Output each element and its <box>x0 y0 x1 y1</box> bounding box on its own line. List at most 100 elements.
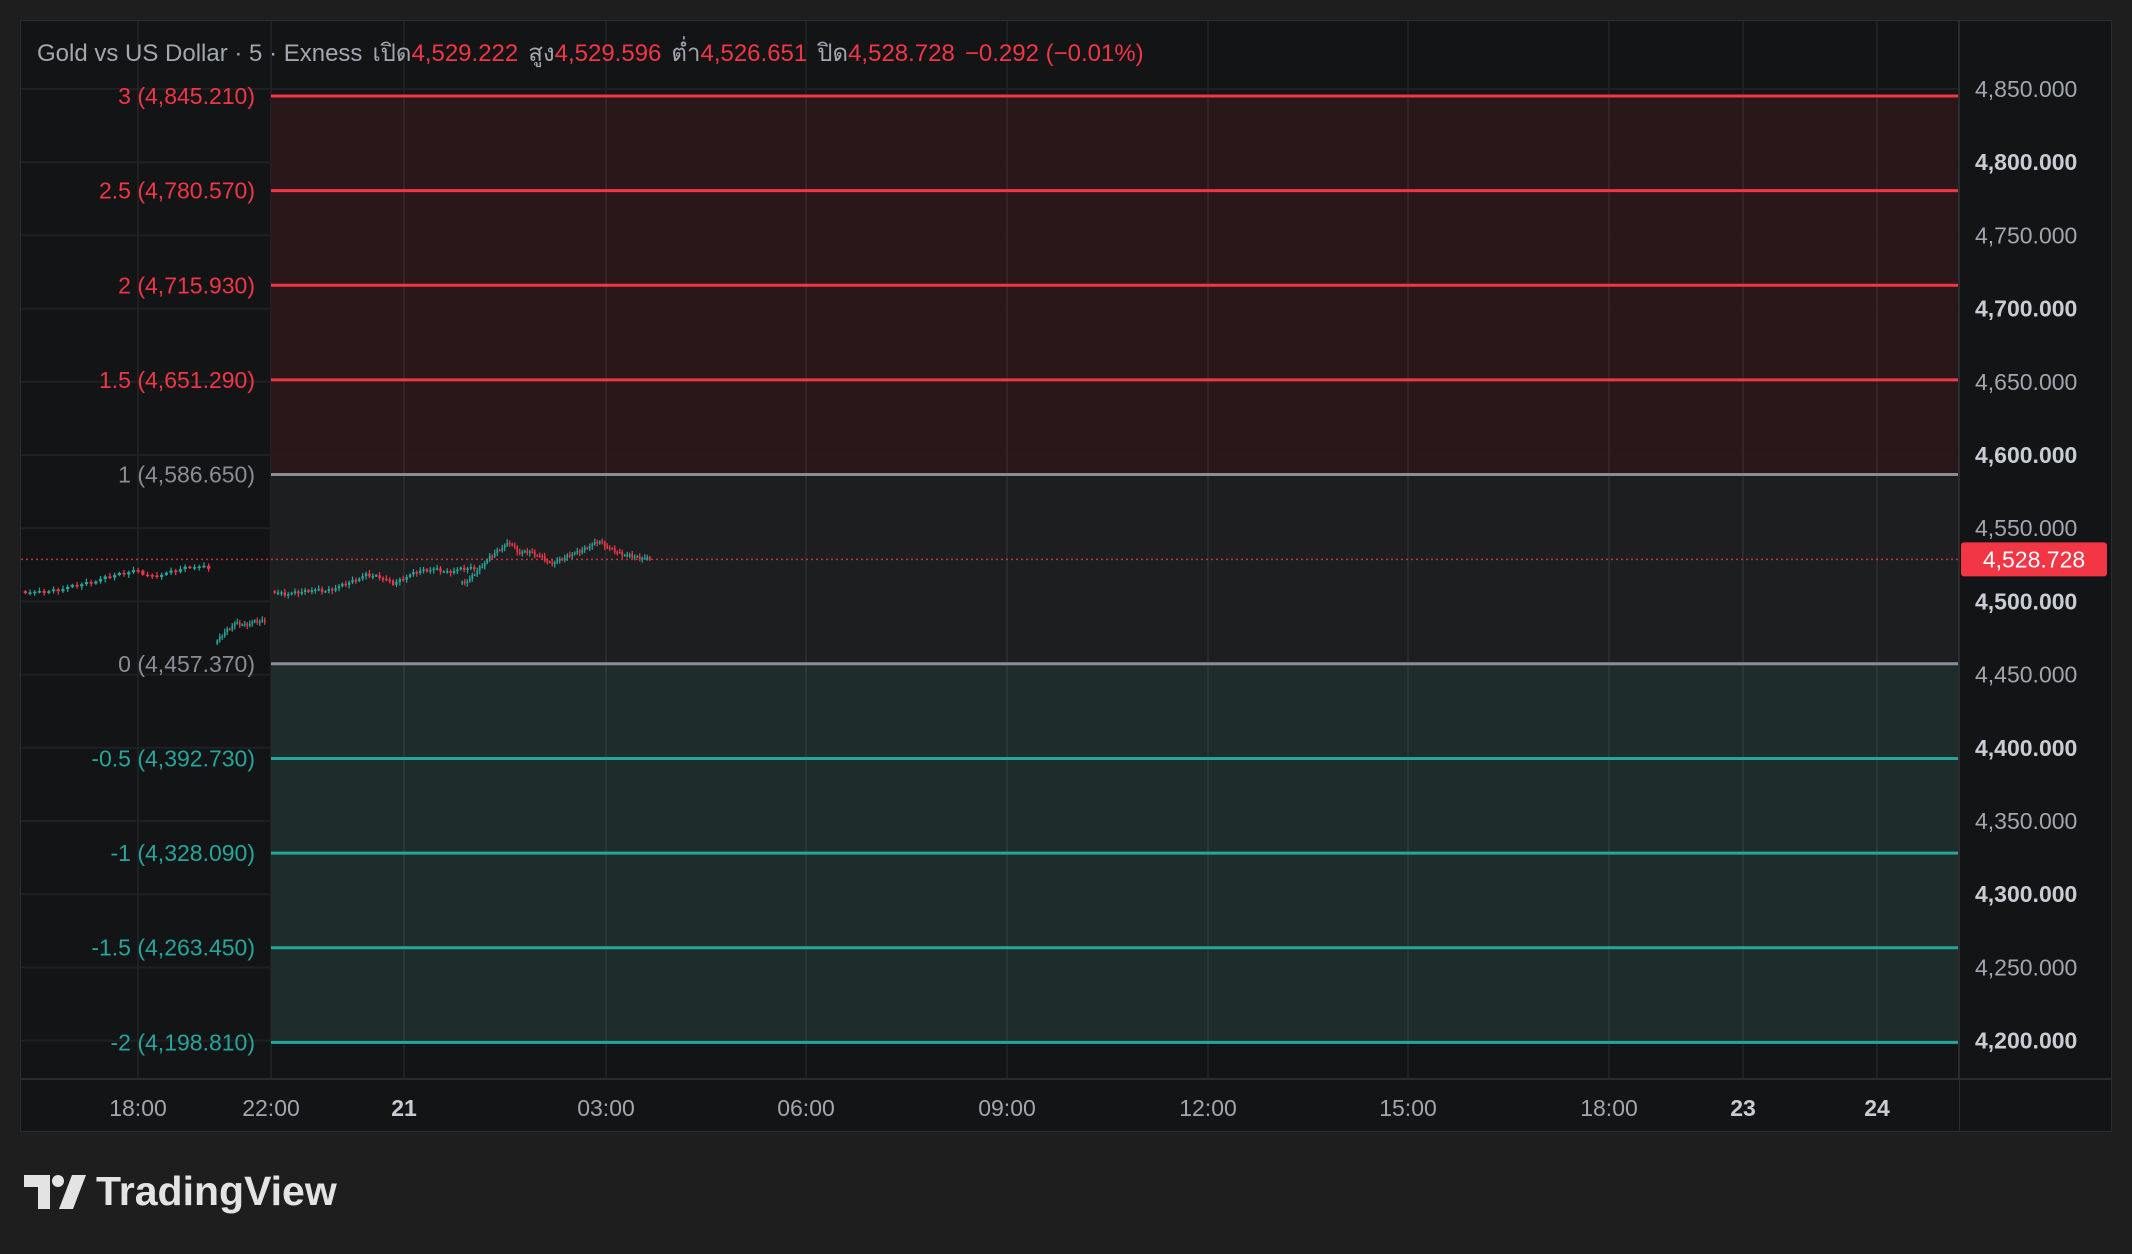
candle-body <box>141 570 145 575</box>
open-label: เปิด <box>372 40 412 67</box>
candle-body <box>462 567 466 570</box>
candle-body <box>341 583 344 587</box>
candle-body <box>89 582 93 584</box>
candle-body <box>616 551 619 554</box>
price-axis-tick: 4,700.000 <box>1975 296 2077 322</box>
time-axis-tick: 18:00 <box>1580 1095 1638 1121</box>
candle-body <box>113 575 117 578</box>
candle-body <box>543 556 546 561</box>
candle-body <box>368 573 371 577</box>
candle-body <box>202 565 206 568</box>
price-axis-tick: 4,650.000 <box>1975 369 2077 395</box>
candle-body <box>641 558 644 560</box>
candle-body <box>320 588 324 592</box>
candle-body <box>481 566 484 569</box>
fib-level-label: -1 (4,328.090) <box>111 840 255 866</box>
fib-level-label: 2.5 (4,780.570) <box>99 178 255 204</box>
candle-body <box>449 571 452 573</box>
candle-body <box>538 555 541 557</box>
candle-body <box>246 623 249 626</box>
candle-body <box>571 554 574 557</box>
candle-body <box>108 576 112 578</box>
candle-body <box>429 570 432 572</box>
candle-body <box>503 545 506 548</box>
open-value: 4,529.222 <box>411 40 519 67</box>
candle-body <box>418 570 422 574</box>
candle-body <box>84 582 89 585</box>
chart-canvas[interactable]: 3 (4,845.210) 2.5 (4,780.570) 2 (4,715.930… <box>21 21 2112 1132</box>
candle-body <box>646 557 649 559</box>
ohlc-legend: Gold vs US Dollar · 5 · Exness เปิด4,529.… <box>37 37 1144 71</box>
candle-body <box>435 568 439 570</box>
candle-body <box>468 578 471 582</box>
chart-panel[interactable]: 3 (4,845.210) 2.5 (4,780.570) 2 (4,715.930… <box>20 20 2112 1132</box>
low-value: 4,526.651 <box>700 40 808 67</box>
candle-body <box>243 623 246 626</box>
candle-body <box>526 550 529 554</box>
candle-body <box>253 620 256 623</box>
candle-body <box>459 567 462 570</box>
candle-body <box>351 579 354 583</box>
candle-body <box>280 592 283 594</box>
candle-body <box>231 626 234 630</box>
candle-body <box>523 550 526 553</box>
candle-body <box>169 570 173 573</box>
time-axis-tick: 03:00 <box>577 1095 635 1121</box>
candle-body <box>192 567 197 569</box>
price-change: −0.292 (−0.01%) <box>964 40 1144 67</box>
price-axis-tick: 4,850.000 <box>1975 76 2077 102</box>
time-axis-tick: 22:00 <box>242 1095 300 1121</box>
tradingview-brand[interactable]: TradingView <box>24 1168 337 1215</box>
candle-body <box>551 562 554 565</box>
candle-body <box>261 619 264 622</box>
candle-body <box>558 558 561 561</box>
candle-body <box>395 582 398 585</box>
candle-body <box>461 581 464 584</box>
candle-body <box>402 579 405 581</box>
candle-body <box>466 581 469 584</box>
candle-body <box>596 542 599 544</box>
price-axis-tick: 4,250.000 <box>1975 954 2077 980</box>
candle-body <box>498 549 501 552</box>
candle-body <box>117 572 121 576</box>
brand-name: TradingView <box>96 1168 337 1214</box>
candle-body <box>566 554 569 558</box>
candle-body <box>583 547 586 551</box>
candle-body <box>466 568 469 570</box>
price-axis-tick: 4,400.000 <box>1975 735 2077 761</box>
candle-body <box>611 548 614 550</box>
candle-body <box>283 592 287 596</box>
candle-body <box>385 578 388 581</box>
candle-body <box>216 640 219 644</box>
candle-body <box>188 566 192 569</box>
candle-body <box>486 559 489 564</box>
time-axis-tick: 06:00 <box>777 1095 835 1121</box>
fib-level-label: 0 (4,457.370) <box>118 651 255 677</box>
candle-body <box>521 552 524 554</box>
candle-body <box>276 592 280 595</box>
candle-body <box>258 621 261 623</box>
candle-body <box>608 547 611 549</box>
candle-body <box>408 574 412 578</box>
candle-body <box>618 551 621 554</box>
candle-body <box>528 551 531 554</box>
candle-body <box>513 545 516 547</box>
symbol-title[interactable]: Gold vs US Dollar · 5 · Exness <box>37 40 362 67</box>
price-axis-tick: 4,750.000 <box>1975 222 2077 248</box>
candle-body <box>561 558 564 561</box>
fib-level-label: -2 (4,198.810) <box>111 1029 255 1055</box>
candle-body <box>290 592 293 595</box>
low-label: ต่ำ <box>671 40 701 67</box>
candle-body <box>603 542 606 547</box>
candle-body <box>598 541 601 544</box>
candle-body <box>51 589 56 592</box>
candle-body <box>378 575 381 579</box>
candle-body <box>628 554 631 556</box>
close-value: 4,528.728 <box>848 40 955 67</box>
candle-body <box>327 589 331 592</box>
candle-body <box>207 565 211 569</box>
candle-body <box>541 555 544 558</box>
candle-body <box>405 577 408 580</box>
time-axis-tick: 24 <box>1864 1095 1890 1121</box>
candle-body <box>164 572 168 575</box>
